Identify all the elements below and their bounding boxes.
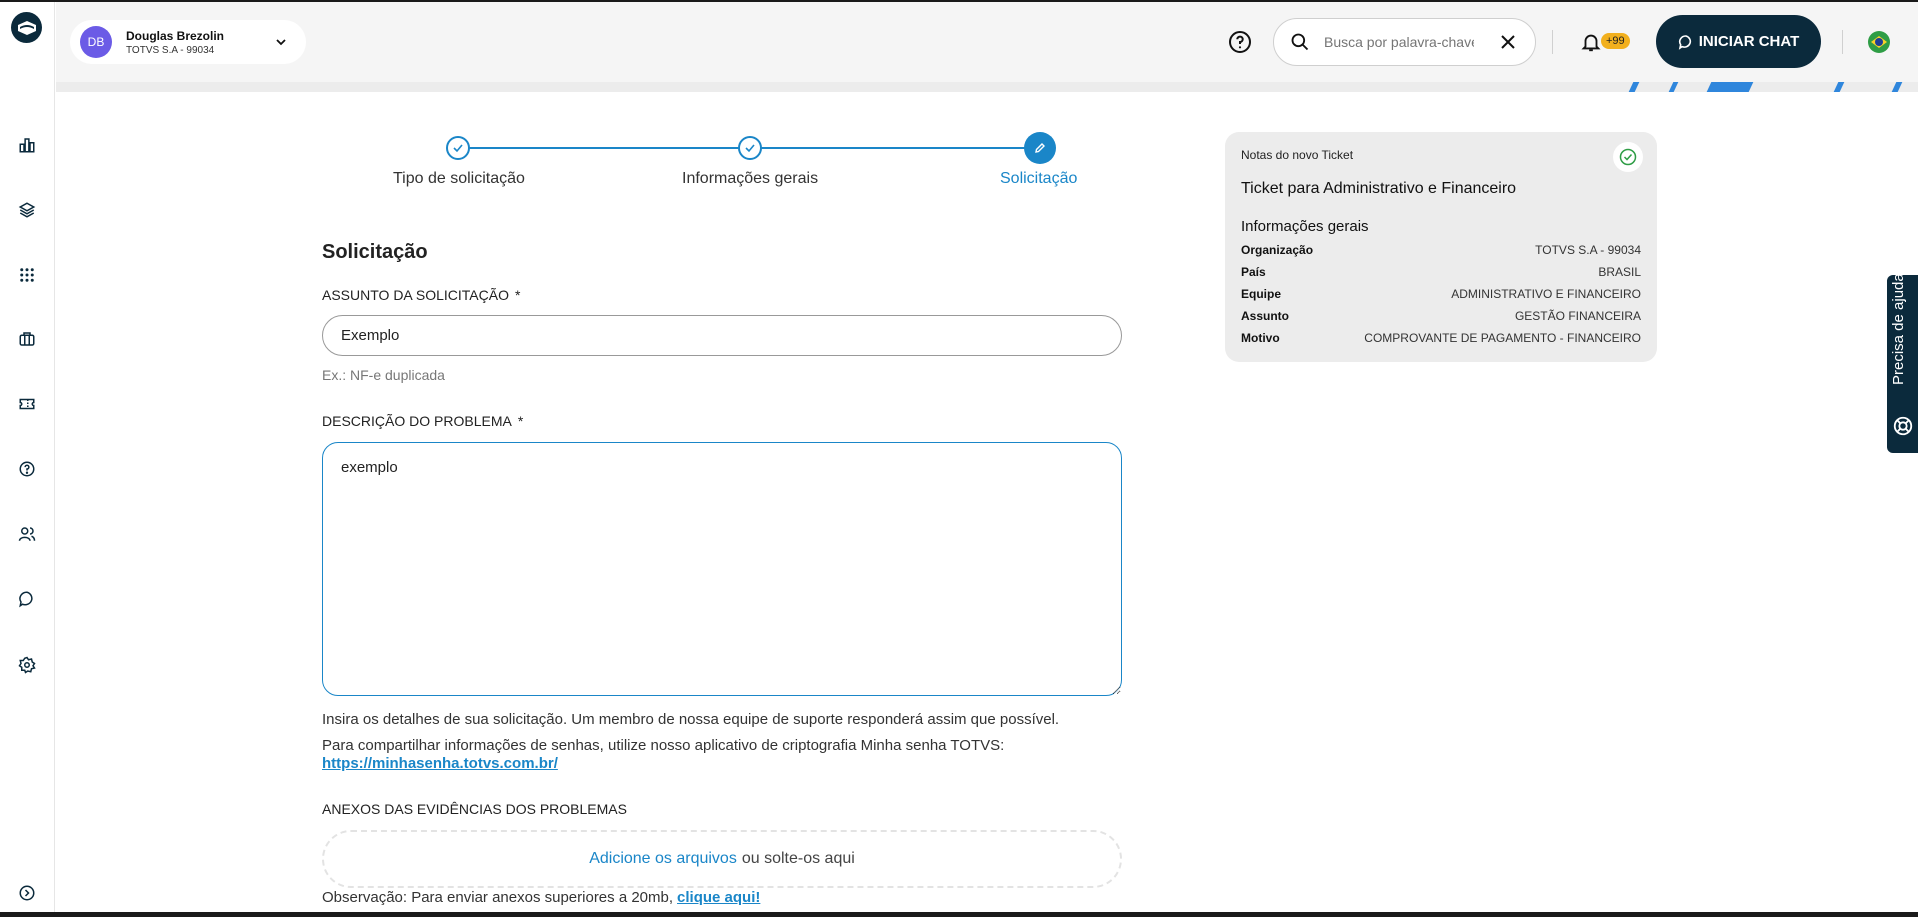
attachments-label: ANEXOS DAS EVIDÊNCIAS DOS PROBLEMAS bbox=[322, 801, 627, 817]
stepper-connector bbox=[458, 147, 750, 149]
close-icon[interactable] bbox=[1499, 33, 1517, 51]
subject-label-text: ASSUNTO DA SOLICITAÇÃO bbox=[322, 287, 509, 303]
totvs-logo-icon[interactable] bbox=[11, 12, 42, 43]
step-2-label[interactable]: Informações gerais bbox=[682, 170, 818, 188]
description-label: DESCRIÇÃO DO PROBLEMA * bbox=[322, 413, 523, 429]
top-header bbox=[56, 2, 1918, 82]
ticket-row-value: BRASIL bbox=[1598, 265, 1641, 279]
search-box bbox=[1273, 18, 1536, 66]
search-icon bbox=[1291, 33, 1309, 51]
briefcase-icon[interactable] bbox=[14, 326, 40, 352]
notification-badge: +99 bbox=[1601, 33, 1630, 49]
stepper-connector bbox=[750, 147, 1040, 149]
subject-hint: Ex.: NF-e duplicada bbox=[322, 367, 445, 383]
ticket-notes-card: Notas do novo Ticket Ticket para Adminis… bbox=[1225, 132, 1657, 362]
ticket-row: Motivo COMPROVANTE DE PAGAMENTO - FINANCE… bbox=[1241, 331, 1641, 345]
minha-senha-link[interactable]: https://minhasenha.totvs.com.br/ bbox=[322, 755, 558, 772]
apps-grid-icon[interactable] bbox=[14, 262, 40, 288]
header-divider bbox=[1842, 30, 1843, 54]
ticket-title: Ticket para Administrativo e Financeiro bbox=[1241, 180, 1517, 197]
ticket-row: Assunto GESTÃO FINANCEIRA bbox=[1241, 309, 1641, 323]
description-textarea[interactable]: exemplo bbox=[322, 442, 1122, 696]
window-bottom-border bbox=[0, 912, 1918, 917]
add-files-link[interactable]: Adicione os arquivos bbox=[589, 850, 737, 868]
step-2-check-icon[interactable] bbox=[738, 136, 762, 160]
expand-sidebar-icon[interactable] bbox=[14, 880, 40, 906]
ticket-row-key: Assunto bbox=[1241, 309, 1289, 323]
dropzone-text: ou solte-os aqui bbox=[741, 850, 855, 867]
step-1-check-icon[interactable] bbox=[446, 136, 470, 160]
step-3-label[interactable]: Solicitação bbox=[1000, 170, 1077, 188]
avatar: DB bbox=[80, 26, 112, 58]
header-decorative-strip bbox=[56, 82, 1918, 92]
form-section-title: Solicitação bbox=[322, 241, 428, 263]
brazil-flag-icon[interactable] bbox=[1868, 31, 1890, 53]
ticket-row-key: País bbox=[1241, 265, 1266, 279]
need-help-label: Precisa de ajuda? bbox=[1890, 264, 1907, 385]
required-mark: * bbox=[517, 413, 524, 429]
ticket-row-key: Organização bbox=[1241, 243, 1314, 257]
subject-input[interactable] bbox=[322, 315, 1122, 356]
dashboard-icon[interactable] bbox=[14, 132, 40, 158]
users-icon[interactable] bbox=[14, 521, 40, 547]
ticket-row: País BRASIL bbox=[1241, 265, 1641, 279]
ticket-row-key: Equipe bbox=[1241, 287, 1282, 301]
large-attachments-link[interactable]: clique aqui! bbox=[677, 889, 760, 906]
check-circle-icon bbox=[1613, 142, 1643, 172]
start-chat-button[interactable]: INICIAR CHAT bbox=[1656, 15, 1821, 68]
ticket-row-value: GESTÃO FINANCEIRA bbox=[1514, 309, 1641, 323]
attachments-dropzone[interactable]: Adicione os arquivos ou solte-os aqui bbox=[322, 830, 1122, 888]
start-chat-label: INICIAR CHAT bbox=[1698, 33, 1800, 50]
search-input[interactable] bbox=[1324, 34, 1474, 50]
notification-bell-icon[interactable] bbox=[1580, 30, 1602, 54]
chevron-down-icon bbox=[276, 39, 286, 46]
header-divider bbox=[1552, 30, 1553, 54]
user-name: Douglas Brezolin bbox=[126, 28, 225, 43]
help-icon[interactable] bbox=[14, 456, 40, 482]
required-mark: * bbox=[514, 287, 521, 303]
ticket-row-value: COMPROVANTE DE PAGAMENTO - FINANCEIRO bbox=[1364, 331, 1641, 345]
description-help-text: Insira os detalhes de sua solicitação. U… bbox=[322, 711, 1060, 728]
ticket-row: Equipe ADMINISTRATIVO E FINANCEIRO bbox=[1241, 287, 1641, 301]
ticket-notes-label: Notas do novo Ticket bbox=[1241, 148, 1354, 162]
ticket-icon[interactable] bbox=[14, 391, 40, 417]
help-circle-icon[interactable] bbox=[1228, 30, 1252, 54]
layers-icon[interactable] bbox=[14, 197, 40, 223]
attachments-note-text: Observação: Para enviar anexos superiore… bbox=[322, 889, 674, 906]
step-1-label[interactable]: Tipo de solicitação bbox=[393, 170, 525, 188]
subject-label: ASSUNTO DA SOLICITAÇÃO * bbox=[322, 287, 520, 303]
lifebuoy-icon bbox=[1893, 416, 1913, 436]
settings-icon[interactable] bbox=[14, 652, 40, 678]
ticket-row-value: ADMINISTRATIVO E FINANCEIRO bbox=[1451, 287, 1641, 301]
need-help-tab[interactable]: Precisa de ajuda? bbox=[1887, 265, 1918, 453]
chat-icon[interactable] bbox=[14, 586, 40, 612]
ticket-row: Organização TOTVS S.A - 99034 bbox=[1241, 243, 1641, 257]
ticket-row-value: TOTVS S.A - 99034 bbox=[1535, 243, 1641, 257]
attachments-note: Observação: Para enviar anexos superiore… bbox=[322, 889, 760, 906]
ticket-subtitle: Informações gerais bbox=[1241, 218, 1369, 235]
chat-bubble-icon bbox=[1678, 34, 1691, 50]
step-3-edit-icon[interactable] bbox=[1024, 132, 1056, 164]
ticket-row-key: Motivo bbox=[1241, 331, 1280, 345]
user-organization: TOTVS S.A - 99034 bbox=[126, 44, 215, 56]
user-account-selector[interactable]: DB Douglas Brezolin TOTVS S.A - 99034 bbox=[70, 20, 306, 64]
password-help-text: Para compartilhar informações de senhas,… bbox=[322, 737, 1005, 754]
sidebar bbox=[0, 2, 55, 912]
description-label-text: DESCRIÇÃO DO PROBLEMA bbox=[322, 413, 512, 429]
